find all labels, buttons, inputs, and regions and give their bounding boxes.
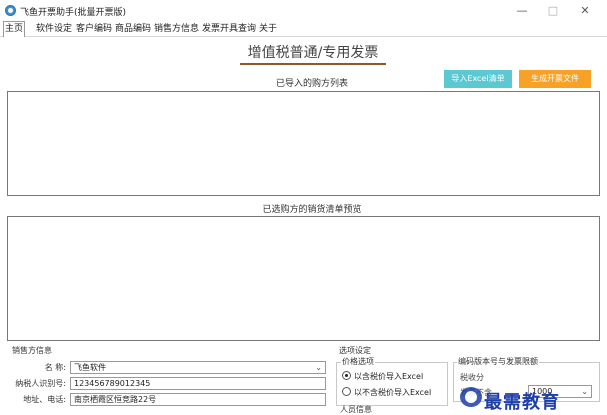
chevron-down-icon: ⌄ — [581, 387, 588, 396]
seller-info-group-label: 销售方信息 — [12, 346, 52, 355]
seller-taxid-field[interactable]: 123456789012345 — [70, 377, 326, 390]
radio-exclude-tax[interactable] — [342, 387, 351, 396]
options-group-label: 选项设定 — [339, 346, 371, 355]
price-options-label: 价格选项 — [341, 356, 375, 367]
title-bar: 飞鱼开票助手(批量开票版) — □ ✕ — [0, 0, 607, 22]
watermark-logo-icon — [460, 387, 482, 407]
seller-address-field[interactable]: 南京栖霞区恒竞路22号 — [70, 393, 326, 406]
tab-customer-codes[interactable]: 客户编码 — [75, 22, 113, 36]
tab-invoice-query[interactable]: 发票开具查询 — [201, 22, 257, 36]
seller-address-value: 南京栖霞区恒竞路22号 — [74, 395, 157, 404]
tab-seller-info[interactable]: 销售方信息 — [153, 22, 200, 36]
tab-product-codes[interactable]: 商品编码 — [114, 22, 152, 36]
tax-code-label: 税收分 — [460, 373, 484, 382]
seller-name-value: 飞鱼软件 — [74, 363, 106, 372]
tab-about[interactable]: 关于 — [258, 22, 278, 36]
buyer-list-label: 已导入的购方列表 — [275, 79, 348, 89]
buyer-list-box[interactable] — [7, 91, 600, 196]
seller-taxid-value: 123456789012345 — [74, 379, 151, 388]
radio-include-tax-label: 以含税价导入Excel — [354, 372, 424, 381]
tab-home[interactable]: 主页 — [3, 21, 26, 37]
title-underline — [240, 63, 386, 65]
watermark-text: 最需教育 — [484, 392, 560, 413]
menu-bar: 主页 软件设定 客户编码 商品编码 销售方信息 发票开具查询 关于 — [0, 21, 607, 37]
radio-include-tax[interactable] — [342, 371, 351, 380]
sales-list-preview-box[interactable] — [7, 216, 600, 341]
radio-exclude-tax-label: 以不含税价导入Excel — [354, 388, 432, 397]
window-title: 飞鱼开票助手(批量开票版) — [20, 8, 127, 18]
tab-software-settings[interactable]: 软件设定 — [35, 22, 73, 36]
seller-taxid-label: 纳税人识别号: — [15, 379, 66, 388]
minimize-button[interactable]: — — [512, 2, 532, 20]
sales-list-preview-label: 已选购方的销货清单预览 — [262, 205, 362, 215]
seller-name-label: 名 称: — [44, 363, 66, 372]
close-button[interactable]: ✕ — [575, 2, 595, 20]
generate-invoice-file-button[interactable]: 生成开票文件 — [519, 70, 591, 88]
chevron-down-icon: ⌄ — [315, 363, 322, 372]
seller-name-select[interactable]: 飞鱼软件 ⌄ — [70, 361, 326, 374]
seller-address-label: 地址、电话: — [23, 395, 66, 404]
price-options-groupbox — [336, 362, 448, 406]
maximize-button[interactable]: □ — [543, 2, 563, 20]
coding-limit-group-label: 编码版本号与发票限额 — [457, 356, 539, 367]
app-logo-icon — [5, 5, 16, 16]
page-title: 增值税普通/专用发票 — [247, 45, 379, 61]
import-excel-button[interactable]: 导入Excel清单 — [444, 70, 512, 88]
